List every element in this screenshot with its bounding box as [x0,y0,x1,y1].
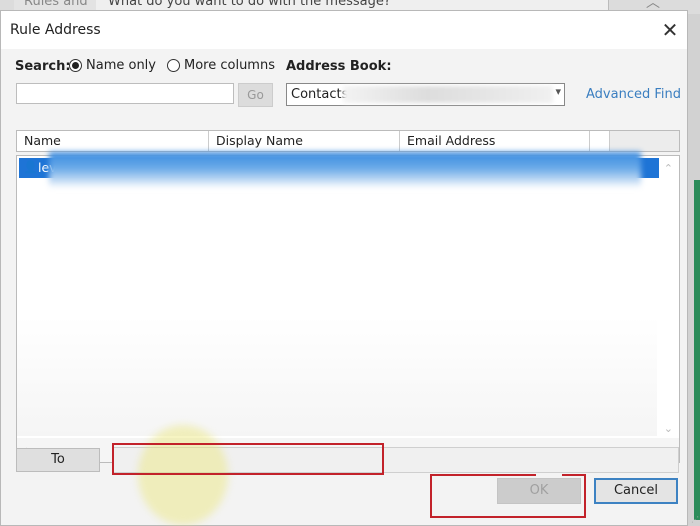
background-prompt: What do you want to do with the message? [96,0,609,10]
column-header-extra [590,131,610,151]
redacted-text [343,86,553,103]
address-book-label: Address Book: [286,59,392,74]
column-header-email[interactable]: Email Address [400,131,590,151]
resize-grip-icon[interactable]: ⋰ [691,515,699,524]
radio-name-only[interactable]: Name only [69,58,156,73]
radio-selected-icon [69,59,82,72]
person-icon: 👤 [23,160,38,174]
address-book-dropdown[interactable]: Contacts ▾ [286,83,565,106]
go-button[interactable]: Go [238,83,273,107]
title-bar: Rule Address ✕ [1,11,687,49]
scroll-up-icon[interactable]: ⌃ [664,162,673,175]
radio-more-columns[interactable]: More columns [167,58,275,73]
radio-label: More columns [184,58,275,73]
annotation-box-ok [430,474,586,518]
close-icon: ✕ [661,18,679,42]
list-header: Name Display Name Email Address [16,130,680,152]
background-tab-rules: Rules and [14,0,106,10]
dialog-title: Rule Address [10,22,101,38]
radio-unselected-icon [167,59,180,72]
annotation-box-to-field [112,443,384,475]
contact-list[interactable]: 👤 lev ⌃ ⌄ ‹ › [16,152,680,463]
address-book-value: Contacts [291,87,349,102]
background-app-edge [694,180,700,520]
search-label: Search: [15,59,71,74]
search-input[interactable] [16,83,234,104]
list-item[interactable]: 👤 lev [19,152,659,188]
redacted-text [49,152,641,188]
cancel-button[interactable]: Cancel [594,478,678,504]
scroll-down-icon[interactable]: ⌄ [664,422,673,435]
cursor-highlight [138,425,228,525]
column-header-filler [610,131,679,151]
close-button[interactable]: ✕ [657,17,683,43]
chevron-down-icon: ▾ [555,85,561,98]
column-header-name[interactable]: Name [17,131,209,151]
advanced-find-link[interactable]: Advanced Find [586,87,681,102]
radio-label: Name only [86,58,156,73]
column-header-display-name[interactable]: Display Name [209,131,400,151]
to-button[interactable]: To [16,448,100,472]
